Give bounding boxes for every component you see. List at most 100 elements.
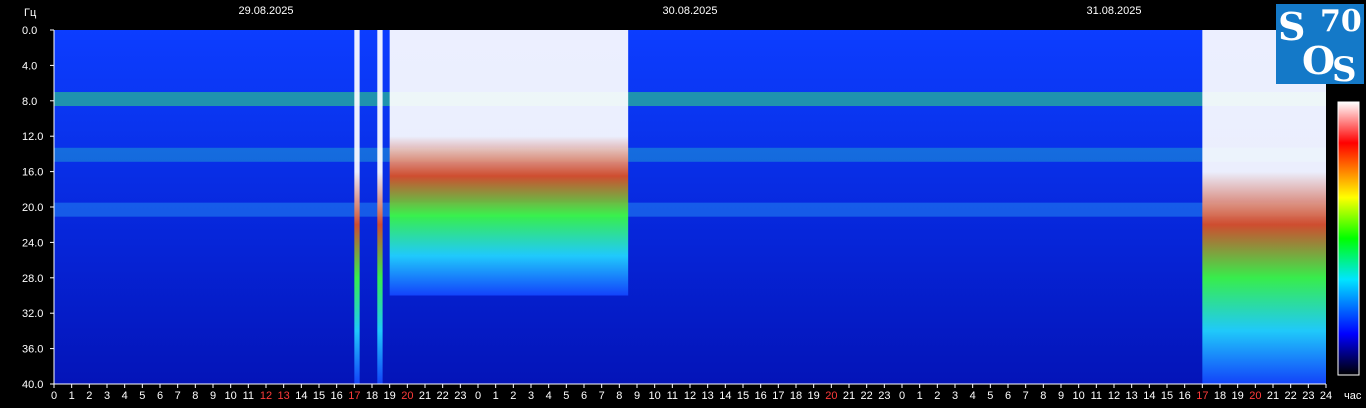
x-tick-label: 10 [649,390,661,402]
x-tick-label: 16 [755,390,767,402]
x-tick-label: 7 [175,390,181,402]
y-tick-label: 24.0 [22,237,43,249]
x-tick-label: 20 [825,390,837,402]
x-tick-label: 5 [987,390,993,402]
x-tick-label: 15 [313,390,325,402]
x-tick-label: 24 [1320,390,1332,402]
x-tick-label: 19 [808,390,820,402]
date-label: 31.08.2025 [1086,5,1141,17]
resonance-band [54,202,1326,217]
y-tick-label: 12.0 [22,131,43,143]
x-tick-label: 19 [1232,390,1244,402]
x-tick-label: 12 [684,390,696,402]
x-tick-label: 6 [581,390,587,402]
resonance-band [54,92,1326,107]
x-tick-label: 14 [719,390,731,402]
x-tick-label: 15 [1161,390,1173,402]
x-tick-label: 23 [878,390,890,402]
sos70-logo: S 70 O S [1276,4,1364,90]
x-tick-label: 22 [1285,390,1297,402]
logo-letter-s2: S [1332,50,1357,90]
x-tick-label: 0 [899,390,905,402]
x-tick-label: 23 [1302,390,1314,402]
x-tick-label: 17 [772,390,784,402]
y-tick-label: 28.0 [22,273,43,285]
x-tick-label: 9 [1058,390,1064,402]
x-tick-label: 6 [1005,390,1011,402]
y-tick-label: 8.0 [22,96,37,108]
y-tick-label: 36.0 [22,344,43,356]
x-tick-label: 8 [192,390,198,402]
x-tick-label: 1 [917,390,923,402]
y-tick-label: 0.0 [22,25,37,37]
x-tick-label: 2 [86,390,92,402]
x-tick-label: 21 [1267,390,1279,402]
x-tick-label: 5 [139,390,145,402]
event-region [354,30,360,384]
date-label: 29.08.2025 [238,5,293,17]
y-tick-label: 40.0 [22,379,43,391]
x-tick-label: 1 [69,390,75,402]
x-tick-label: 16 [1179,390,1191,402]
x-tick-label: 10 [225,390,237,402]
x-tick-label: 11 [243,390,254,402]
y-tick-label: 16.0 [22,167,43,179]
event-region [377,30,383,384]
x-tick-label: 21 [843,390,855,402]
x-tick-label: 22 [861,390,873,402]
x-tick-label: 23 [454,390,466,402]
x-tick-label: 7 [599,390,605,402]
y-tick-label: 4.0 [22,60,37,72]
x-tick-label: 5 [563,390,569,402]
x-tick-label: 12 [1108,390,1120,402]
date-label: 30.08.2025 [662,5,717,17]
x-tick-label: 2 [510,390,516,402]
x-tick-label: 8 [616,390,622,402]
x-tick-label: 9 [210,390,216,402]
x-tick-label: 14 [295,390,307,402]
x-tick-label: 20 [1249,390,1261,402]
x-tick-label: 4 [546,390,552,402]
x-tick-label: 22 [437,390,449,402]
logo-letter-o: O [1302,38,1336,83]
x-tick-label: 3 [104,390,110,402]
x-tick-label: 11 [667,390,678,402]
x-tick-label: 21 [419,390,431,402]
x-tick-label: 15 [737,390,749,402]
x-tick-label: 3 [952,390,958,402]
colorbar [1337,101,1360,376]
x-tick-label: 7 [1023,390,1029,402]
x-tick-label: 13 [278,390,290,402]
y-tick-label: 20.0 [22,202,43,214]
x-tick-label: 13 [1126,390,1138,402]
x-tick-label: 9 [634,390,640,402]
x-tick-label: 13 [702,390,714,402]
x-tick-label: 18 [1214,390,1226,402]
x-tick-label: 3 [528,390,534,402]
x-tick-label: 18 [790,390,802,402]
y-tick-label: 32.0 [22,308,43,320]
x-tick-label: 14 [1143,390,1155,402]
logo-number: 70 [1320,4,1362,39]
x-tick-label: 6 [157,390,163,402]
x-axis-label: час [1344,390,1362,402]
resonance-band [54,147,1326,162]
x-tick-label: 11 [1091,390,1102,402]
x-tick-label: 2 [934,390,940,402]
x-tick-label: 10 [1073,390,1085,402]
x-tick-label: 8 [1040,390,1046,402]
x-tick-label: 17 [1196,390,1208,402]
x-tick-label: 12 [260,390,272,402]
x-tick-label: 19 [384,390,396,402]
event-region [389,30,629,296]
x-tick-label: 4 [970,390,976,402]
y-axis-label: Гц [24,7,37,19]
spectrogram-chart: 0.0 4.0 8.0 12.0 16.0 20.0 24.0 28.0 32.0 36.0 40.… [22,5,1362,402]
x-tick-label: 1 [493,390,499,402]
x-tick-label: 0 [51,390,57,402]
x-tick-label: 18 [366,390,378,402]
x-tick-label: 16 [331,390,343,402]
x-tick-label: 17 [348,390,360,402]
x-tick-label: 20 [401,390,413,402]
x-tick-label: 0 [475,390,481,402]
